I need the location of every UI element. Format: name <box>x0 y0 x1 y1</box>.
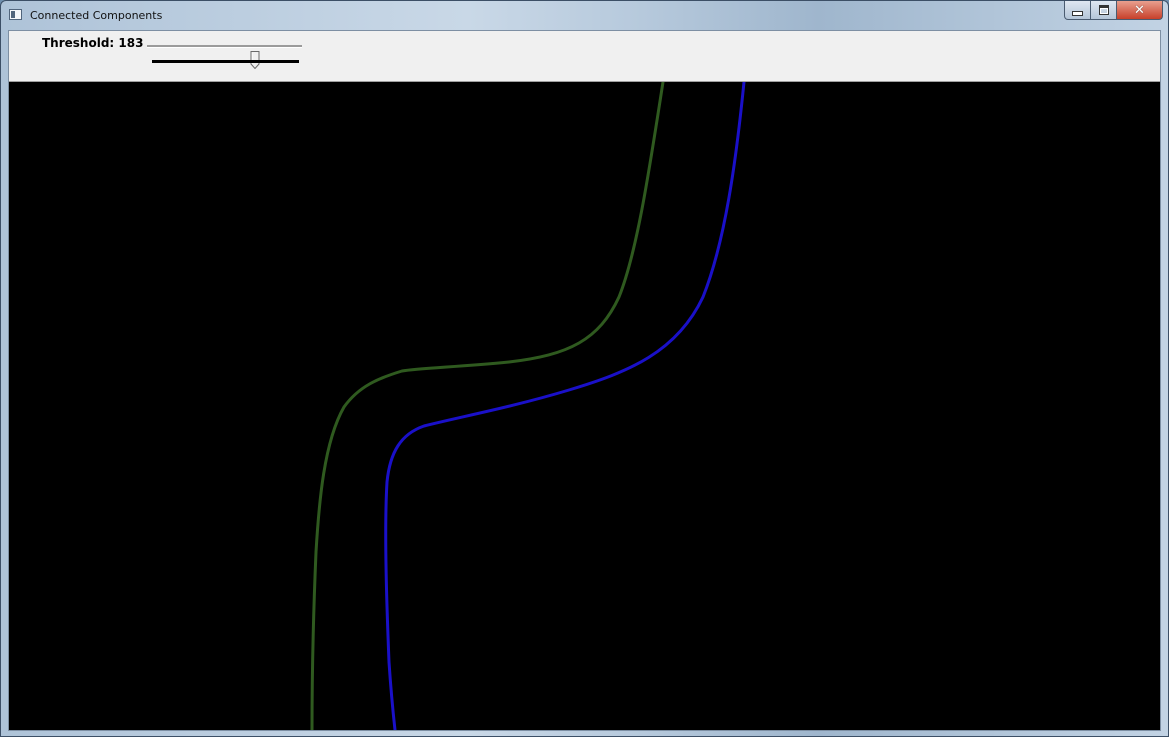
caption-buttons: ✕ <box>1064 1 1163 21</box>
image-canvas <box>9 82 1160 730</box>
title-bar[interactable]: Connected Components ✕ <box>1 1 1168 30</box>
threshold-slider-underline <box>152 60 299 63</box>
client-area: Threshold: 183 <box>8 30 1161 731</box>
close-icon: ✕ <box>1134 2 1145 18</box>
window-title: Connected Components <box>30 9 163 22</box>
minimize-button[interactable] <box>1064 1 1091 20</box>
minimize-icon <box>1072 10 1083 16</box>
window-app-icon[interactable] <box>9 9 22 20</box>
threshold-slider-track[interactable] <box>147 45 302 69</box>
maximize-button[interactable] <box>1091 1 1117 20</box>
threshold-label: Threshold: 183 <box>42 36 144 50</box>
trackbar-panel: Threshold: 183 <box>9 31 1160 82</box>
app-window: Connected Components ✕ Threshold: 183 <box>0 0 1169 737</box>
blue-contour <box>384 82 746 730</box>
green-contour <box>310 82 665 730</box>
close-button[interactable]: ✕ <box>1117 1 1163 20</box>
maximize-icon <box>1098 5 1109 15</box>
